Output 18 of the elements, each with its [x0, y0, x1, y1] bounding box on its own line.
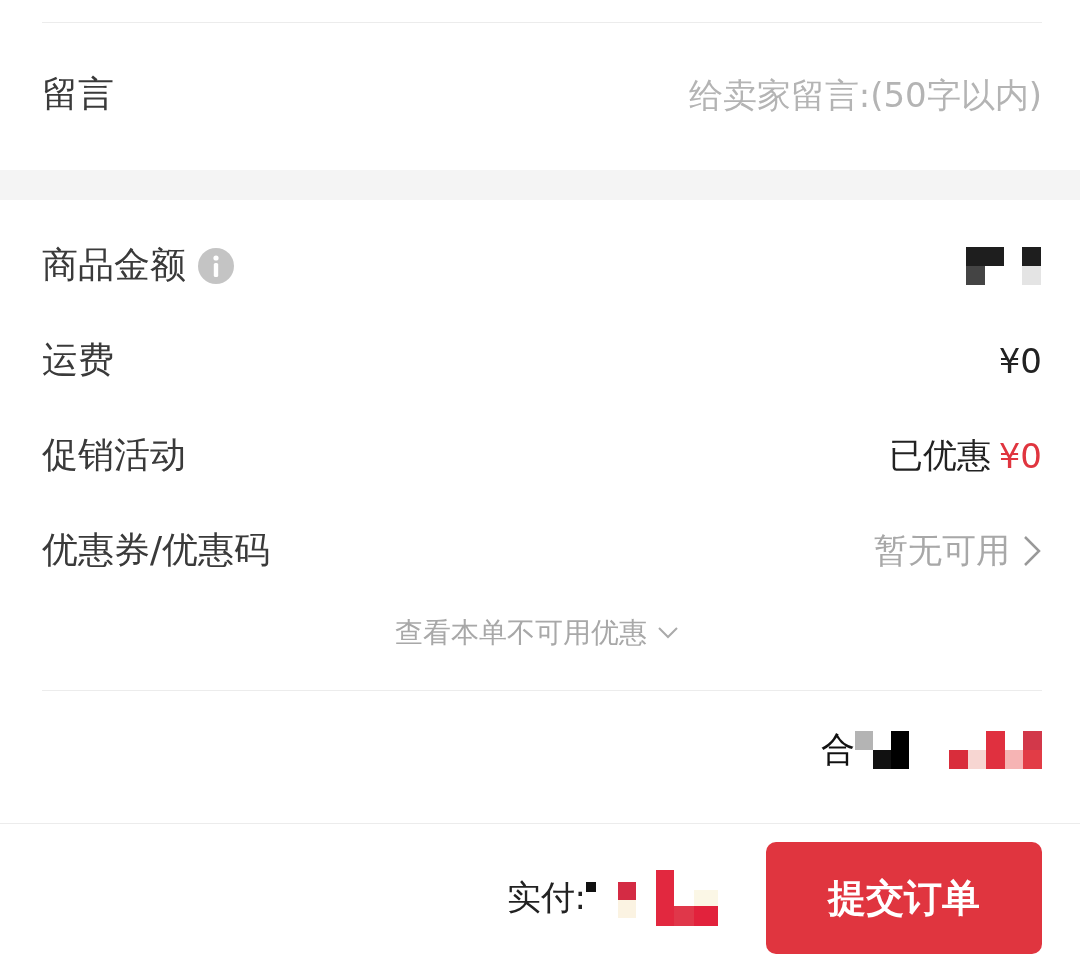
- discount-amount: ¥0: [998, 435, 1042, 476]
- row-label: 优惠券/优惠码: [42, 528, 271, 572]
- total-label: 合: [821, 728, 855, 771]
- submit-order-button[interactable]: 提交订单: [766, 842, 1042, 954]
- info-icon[interactable]: [198, 247, 234, 284]
- message-label: 留言: [42, 72, 114, 116]
- row-value: 已优惠: [888, 433, 991, 477]
- chevron-down-icon: [657, 626, 679, 640]
- row-label: 商品金额: [42, 243, 186, 287]
- row-label: 运费: [42, 338, 114, 382]
- unavailable-offers-link[interactable]: 查看本单不可用优惠: [32, 598, 1042, 668]
- row-label: 促销活动: [42, 433, 186, 477]
- row-value: ¥0: [998, 340, 1042, 381]
- message-field[interactable]: 给卖家留言:(50字以内): [582, 74, 1042, 115]
- redaction-mosaic: [855, 731, 909, 769]
- paid-label: 实付:: [506, 876, 586, 919]
- row-value[interactable]: 暂无可用: [874, 527, 1010, 574]
- chevron-right-icon[interactable]: [1022, 533, 1042, 568]
